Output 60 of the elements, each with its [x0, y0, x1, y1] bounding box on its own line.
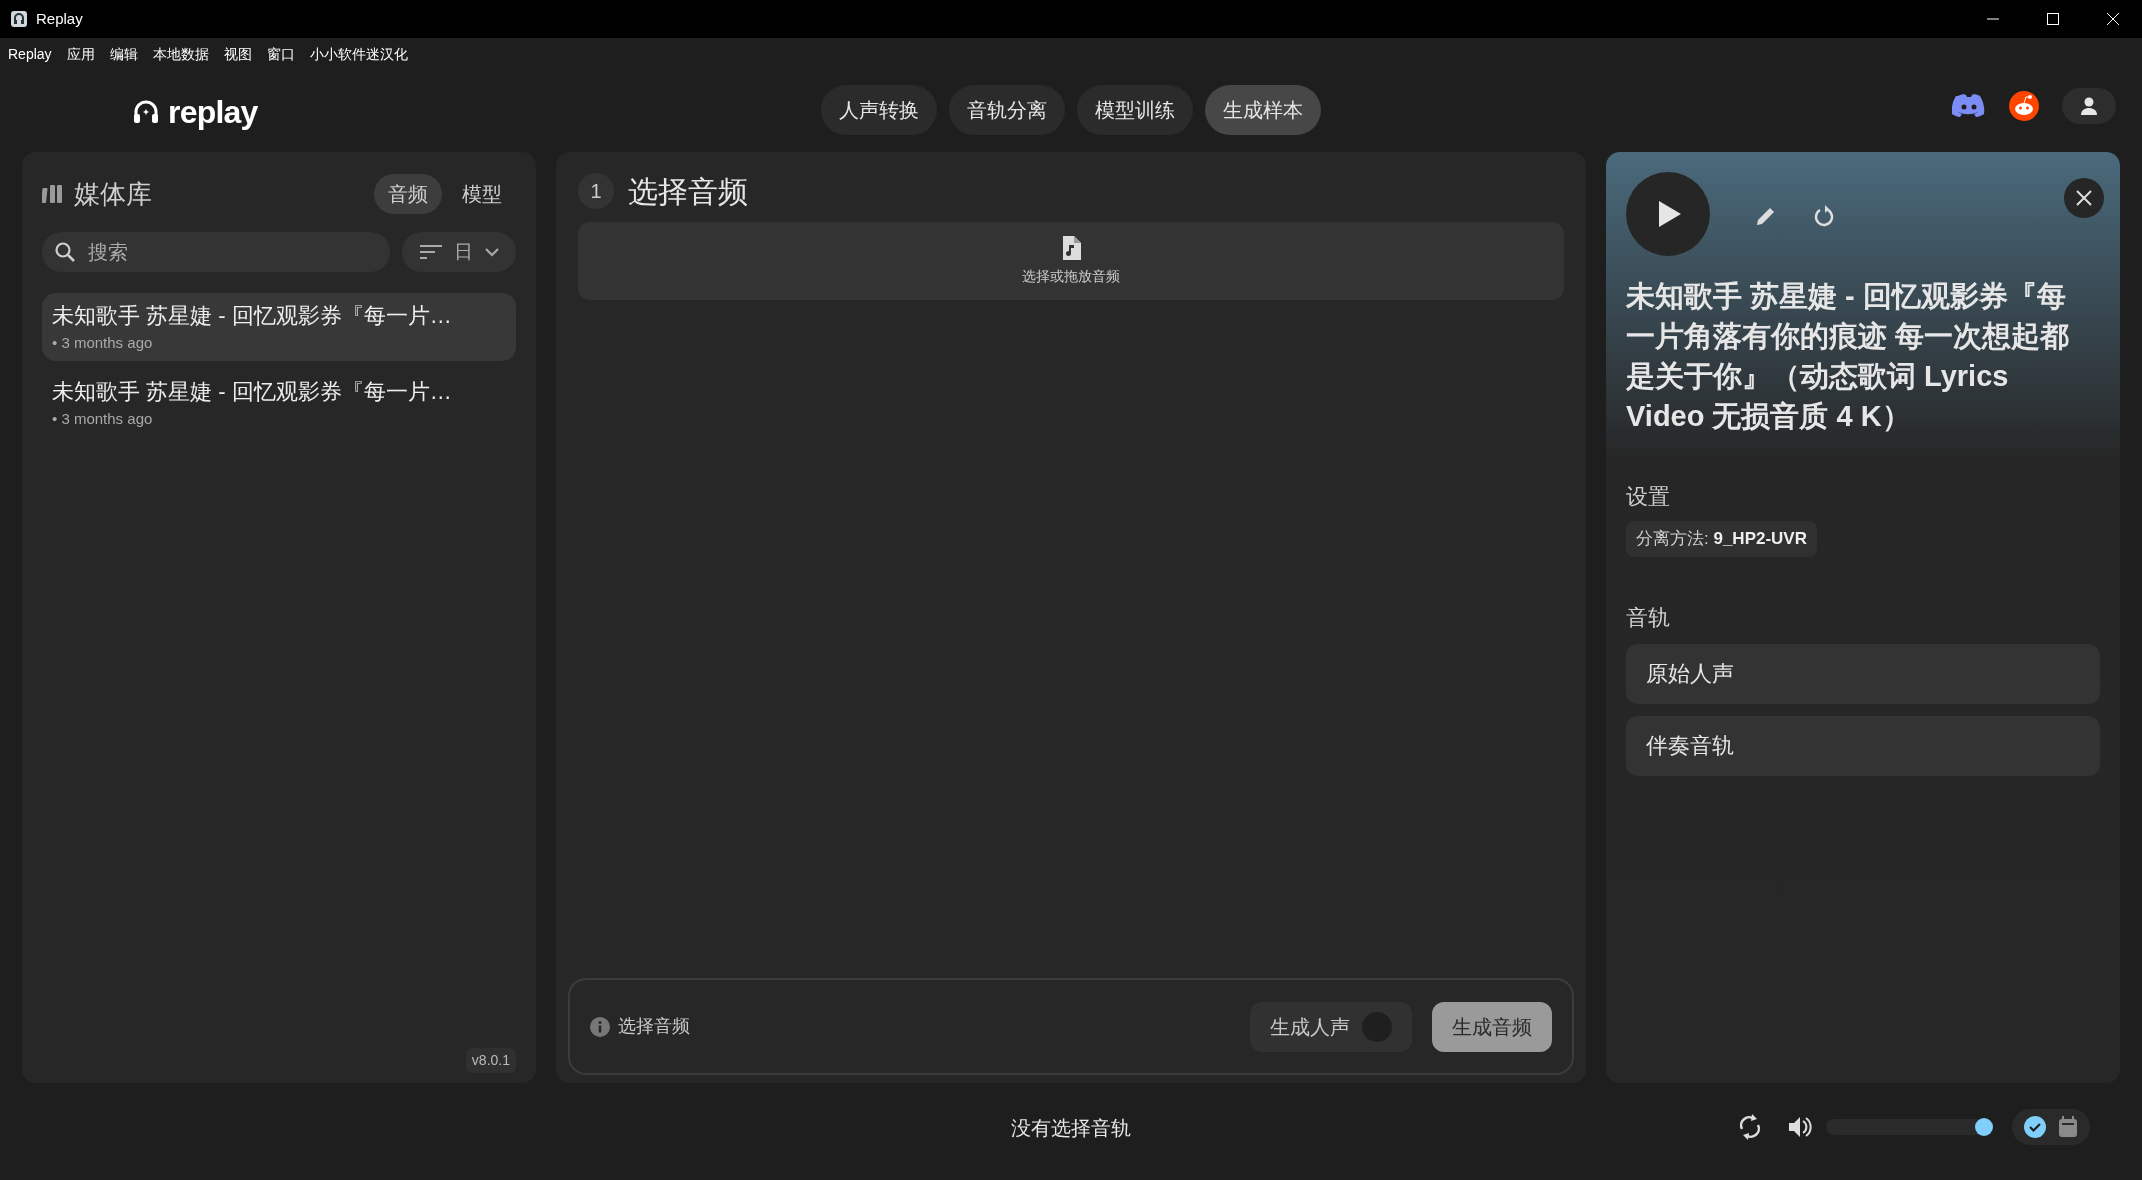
separation-method-tag: 分离方法: 9_HP2-UVR: [1626, 521, 1817, 557]
calendar-icon[interactable]: [2058, 1116, 2078, 1138]
track-row[interactable]: 原始人声: [1626, 643, 2100, 704]
audio-file-icon: [1061, 235, 1081, 260]
app-icon: [10, 10, 28, 28]
refresh-icon[interactable]: [1814, 204, 1836, 228]
alien-icon[interactable]: [2008, 90, 2040, 122]
item-title: 未知歌手 苏星婕 - 回忆观影券『每一片…: [52, 377, 453, 406]
menu-item[interactable]: 窗口: [266, 43, 295, 65]
track-title: 未知歌手 苏星婕 - 回忆观影券『每一片角落有你的痕迹 每一次想起都是关于你』（动态歌词 Lyrics Video 无损音质 4 K）: [1626, 279, 2071, 434]
menu-item[interactable]: Replay: [8, 43, 52, 65]
settings-heading: 设置: [1626, 483, 1670, 511]
track-row[interactable]: 伴奏音轨: [1626, 715, 2100, 776]
sync-icon[interactable]: [1738, 1113, 1762, 1141]
audio-dropzone[interactable]: 选择或拖放音频: [578, 222, 1564, 300]
hint-text: 选择音频: [618, 1015, 690, 1038]
check-circle-icon[interactable]: [2024, 1116, 2046, 1138]
close-icon: [2076, 190, 2092, 206]
search-field[interactable]: 搜索: [42, 232, 390, 272]
chat-bubble-icon[interactable]: [1952, 93, 1986, 119]
item-date: • 3 months ago: [52, 333, 154, 353]
library-tab[interactable]: 音频: [374, 174, 442, 214]
nav-tab[interactable]: 音轨分离: [949, 85, 1065, 135]
user-icon: [2079, 96, 2099, 116]
headphones-icon: [132, 98, 160, 126]
profile-button[interactable]: [2062, 88, 2116, 124]
vocals-toggle[interactable]: 生成人声: [1250, 1001, 1412, 1052]
player-status: 没有选择音轨: [1011, 1115, 1131, 1141]
search-icon: [54, 241, 76, 263]
nav-tab[interactable]: 生成样本: [1205, 85, 1321, 135]
item-title: 未知歌手 苏星婕 - 回忆观影券『每一片…: [52, 302, 453, 330]
close-icon[interactable]: [2106, 12, 2120, 26]
info-icon: [590, 1016, 610, 1037]
volume-thumb[interactable]: [1974, 1118, 1993, 1136]
step-number: 1: [578, 173, 614, 209]
item-date: • 3 months ago: [52, 408, 154, 429]
tracks-heading: 音轨: [1626, 603, 1670, 632]
logo-text: replay: [168, 93, 258, 132]
nav-tab[interactable]: 人声转换: [821, 85, 937, 135]
window-title: Replay: [36, 8, 83, 29]
maximize-icon[interactable]: [2046, 12, 2060, 26]
play-icon: [1658, 200, 1682, 228]
menu-item[interactable]: 应用: [66, 43, 95, 65]
nav-tab[interactable]: 模型训练: [1077, 85, 1193, 135]
menu-item[interactable]: 本地数据: [152, 43, 209, 65]
chevron-down-icon: [484, 247, 499, 257]
close-button[interactable]: [2064, 178, 2104, 218]
volume-icon[interactable]: [1788, 1115, 1812, 1139]
sort-button[interactable]: 日: [402, 232, 516, 272]
sort-icon: [419, 244, 442, 260]
library-icon: [42, 184, 64, 204]
library-tab[interactable]: 模型: [448, 174, 516, 214]
menu-item[interactable]: 编辑: [109, 43, 138, 65]
volume-slider[interactable]: [1826, 1119, 1992, 1135]
section-title: 选择音频: [628, 173, 748, 210]
library-title: 媒体库: [74, 177, 152, 211]
library-item[interactable]: 未知歌手 苏星婕 - 回忆观影券『每一片… • 3 months ago: [42, 293, 516, 361]
menu-item[interactable]: 视图: [223, 43, 252, 65]
version-label: v8.0.1: [465, 1048, 516, 1073]
menu-item[interactable]: 小小软件迷汉化: [309, 43, 408, 65]
